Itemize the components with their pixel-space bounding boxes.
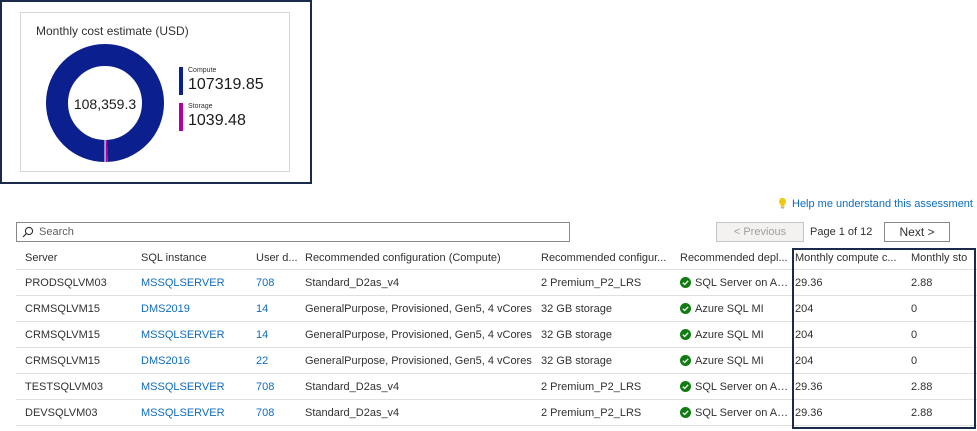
- compute-cost-cell: 29.36: [795, 380, 823, 393]
- legend-compute-swatch: [179, 67, 183, 95]
- compute-config-cell: Standard_D2as_v4: [305, 380, 400, 393]
- column-header-deployment[interactable]: Recommended depl...: [680, 246, 790, 269]
- compute-cost-cell: 204: [795, 354, 814, 367]
- legend-storage-label: Storage: [188, 103, 213, 110]
- search-icon: [22, 226, 34, 238]
- deployment-label: Azure SQL MI: [695, 328, 764, 341]
- table-row[interactable]: DEVSQLVM03 MSSQLSERVER 708 Standard_D2as…: [16, 400, 977, 426]
- deployment-cell: Azure SQL MI: [680, 322, 790, 347]
- user-databases-link[interactable]: 708: [256, 270, 300, 295]
- storage-cost-cell: 2.88: [911, 406, 933, 419]
- success-check-icon: [680, 303, 691, 314]
- storage-cost-cell: 0: [911, 328, 918, 341]
- storage-cost-cell: 2.88: [911, 380, 933, 393]
- next-page-button[interactable]: Next >: [884, 222, 950, 242]
- storage-cost-cell: 0: [911, 354, 918, 367]
- deployment-label: Azure SQL MI: [695, 354, 764, 367]
- success-check-icon: [680, 407, 691, 418]
- deployment-label: SQL Server on Az...: [695, 406, 790, 419]
- legend-compute-label: Compute: [188, 67, 217, 74]
- storage-config-cell: 2 Premium_P2_LRS: [541, 380, 642, 393]
- legend-storage-value: 1039.48: [188, 112, 246, 129]
- table-row[interactable]: PRODSQLVM03 MSSQLSERVER 708 Standard_D2a…: [16, 270, 977, 296]
- column-header-compute-cost[interactable]: Monthly compute c...: [795, 246, 905, 269]
- deployment-label: SQL Server on Az...: [695, 380, 790, 393]
- success-check-icon: [680, 329, 691, 340]
- sql-instance-link[interactable]: DMS2016: [141, 348, 251, 373]
- deployment-cell: Azure SQL MI: [680, 348, 790, 373]
- column-header-server[interactable]: Server: [25, 246, 137, 269]
- user-databases-link[interactable]: 14: [256, 322, 300, 347]
- table-row[interactable]: CRMSQLVM15 DMS2019 14 GeneralPurpose, Pr…: [16, 296, 977, 322]
- monthly-cost-card: Monthly cost estimate (USD) 108,359.3 Co…: [20, 12, 290, 172]
- server-cell: CRMSQLVM15: [25, 302, 100, 315]
- success-check-icon: [680, 381, 691, 392]
- storage-cost-cell: 2.88: [911, 276, 933, 289]
- table-header-row: Server SQL instance User d... Recommende…: [16, 246, 977, 270]
- server-cell: CRMSQLVM15: [25, 354, 100, 367]
- success-check-icon: [680, 277, 691, 288]
- compute-config-cell: GeneralPurpose, Provisioned, Gen5, 4 vCo…: [305, 302, 532, 315]
- column-header-compute-config[interactable]: Recommended configuration (Compute): [305, 246, 535, 269]
- legend-storage-swatch: [179, 103, 183, 131]
- user-databases-link[interactable]: 14: [256, 296, 300, 321]
- server-cell: TESTSQLVM03: [25, 380, 104, 393]
- deployment-cell: SQL Server on Az...: [680, 270, 790, 295]
- sql-instance-link[interactable]: MSSQLSERVER: [141, 400, 251, 425]
- sql-instance-link[interactable]: MSSQLSERVER: [141, 374, 251, 399]
- help-assessment-link[interactable]: Help me understand this assessment: [777, 197, 973, 210]
- sql-instance-link[interactable]: MSSQLSERVER: [141, 322, 251, 347]
- deployment-cell: Azure SQL MI: [680, 296, 790, 321]
- server-cell: PRODSQLVM03: [25, 276, 107, 289]
- compute-config-cell: GeneralPurpose, Provisioned, Gen5, 4 vCo…: [305, 354, 532, 367]
- success-check-icon: [680, 355, 691, 366]
- user-databases-link[interactable]: 22: [256, 348, 300, 373]
- storage-config-cell: 2 Premium_P2_LRS: [541, 406, 642, 419]
- table-row[interactable]: CRMSQLVM15 MSSQLSERVER 14 GeneralPurpose…: [16, 322, 977, 348]
- search-input[interactable]: [39, 226, 569, 238]
- deployment-label: SQL Server on Az...: [695, 276, 790, 289]
- previous-page-button[interactable]: < Previous: [716, 222, 804, 242]
- table-row[interactable]: TESTSQLVM03 MSSQLSERVER 708 Standard_D2a…: [16, 374, 977, 400]
- deployment-label: Azure SQL MI: [695, 302, 764, 315]
- cost-card-title: Monthly cost estimate (USD): [36, 24, 189, 38]
- compute-config-cell: Standard_D2as_v4: [305, 276, 400, 289]
- server-cell: DEVSQLVM03: [25, 406, 98, 419]
- user-databases-link[interactable]: 708: [256, 374, 300, 399]
- sql-instance-link[interactable]: MSSQLSERVER: [141, 270, 251, 295]
- storage-cost-cell: 0: [911, 302, 918, 315]
- page-info: Page 1 of 12: [810, 226, 873, 238]
- compute-cost-cell: 204: [795, 328, 814, 341]
- compute-config-cell: GeneralPurpose, Provisioned, Gen5, 4 vCo…: [305, 328, 532, 341]
- compute-config-cell: Standard_D2as_v4: [305, 406, 400, 419]
- column-header-storage-cost[interactable]: Monthly sto: [911, 246, 975, 269]
- deployment-cell: SQL Server on Az...: [680, 400, 790, 425]
- column-header-sql-instance[interactable]: SQL instance: [141, 246, 251, 269]
- column-header-storage-config[interactable]: Recommended configur...: [541, 246, 674, 269]
- sql-instance-link[interactable]: DMS2019: [141, 296, 251, 321]
- search-box[interactable]: [16, 222, 570, 242]
- assessment-table: Server SQL instance User d... Recommende…: [16, 246, 977, 426]
- cost-card-highlight: Monthly cost estimate (USD) 108,359.3 Co…: [0, 0, 312, 184]
- server-cell: CRMSQLVM15: [25, 328, 100, 341]
- user-databases-link[interactable]: 708: [256, 400, 300, 425]
- deployment-cell: SQL Server on Az...: [680, 374, 790, 399]
- compute-cost-cell: 29.36: [795, 276, 823, 289]
- compute-cost-cell: 204: [795, 302, 814, 315]
- table-row[interactable]: CRMSQLVM15 DMS2016 22 GeneralPurpose, Pr…: [16, 348, 977, 374]
- legend-compute-value: 107319.85: [188, 76, 264, 93]
- lightbulb-icon: [778, 197, 787, 209]
- column-header-user-databases[interactable]: User d...: [256, 246, 300, 269]
- compute-cost-cell: 29.36: [795, 406, 823, 419]
- help-link-label: Help me understand this assessment: [792, 197, 973, 210]
- storage-config-cell: 32 GB storage: [541, 328, 612, 341]
- storage-config-cell: 32 GB storage: [541, 302, 612, 315]
- storage-config-cell: 2 Premium_P2_LRS: [541, 276, 642, 289]
- storage-config-cell: 32 GB storage: [541, 354, 612, 367]
- donut-total-value: 108,359.3: [73, 96, 137, 112]
